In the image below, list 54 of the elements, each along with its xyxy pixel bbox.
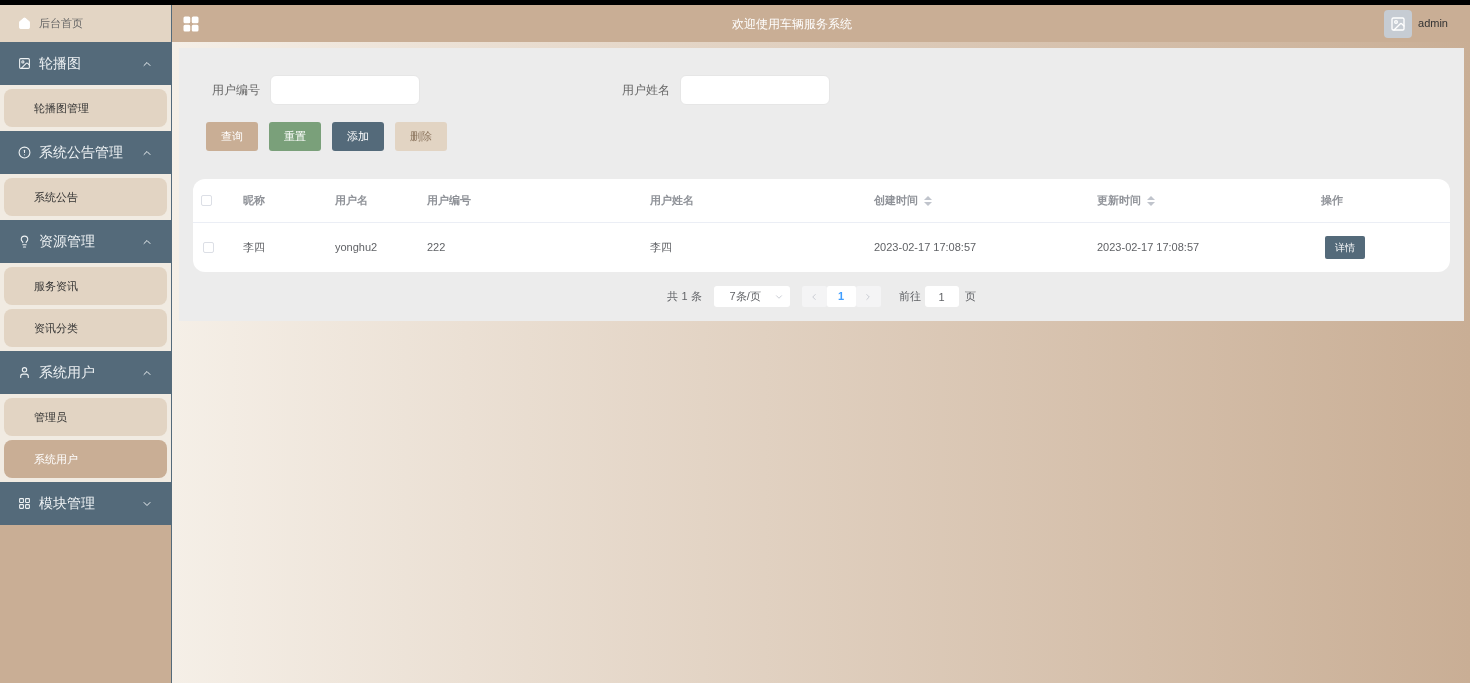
image-icon — [18, 57, 31, 70]
row-checkbox[interactable] — [203, 242, 214, 253]
select-all-checkbox[interactable] — [201, 195, 212, 206]
column-header: 用户姓名 — [650, 193, 694, 209]
details-button[interactable]: 详情 — [1325, 236, 1365, 259]
menu-group-header[interactable]: 系统用户 — [0, 351, 171, 394]
menu-group-header[interactable]: 轮播图 — [0, 42, 171, 85]
home-menu-item[interactable]: 后台首页 — [0, 5, 171, 42]
menu-group-header[interactable]: 资源管理 — [0, 220, 171, 263]
column-header: 操作 — [1321, 193, 1343, 209]
column-header[interactable]: 创建时间 — [874, 192, 932, 209]
home-icon — [18, 17, 31, 30]
table-cell: yonghu2 — [335, 241, 378, 254]
grid-icon[interactable] — [182, 14, 200, 33]
column-header[interactable]: 更新时间 — [1097, 192, 1155, 209]
goto-label: 前往 — [898, 289, 921, 305]
search-field[interactable] — [680, 75, 830, 105]
page-size-select[interactable]: 7条/页 — [713, 286, 790, 307]
prev-page-button[interactable] — [801, 286, 827, 307]
user-icon — [18, 366, 31, 379]
page-button[interactable]: 1 — [826, 286, 856, 307]
field-label: 用户姓名 — [622, 82, 670, 99]
column-header: 用户编号 — [427, 193, 471, 209]
action-button[interactable]: 添加 — [332, 122, 384, 151]
avatar-icon — [1384, 9, 1413, 38]
field-label: 用户编号 — [212, 82, 260, 99]
action-button[interactable]: 删除 — [395, 122, 447, 151]
submenu-item[interactable]: 系统公告 — [4, 178, 167, 216]
total-count: 共 1 条 — [667, 289, 702, 305]
search-field[interactable] — [270, 75, 420, 105]
submenu-item[interactable]: 管理员 — [4, 398, 167, 436]
sort-icon[interactable] — [924, 195, 932, 206]
lightbulb-icon — [18, 235, 31, 248]
user-name[interactable]: admin — [1418, 15, 1448, 32]
table-cell: 2023-02-17 17:08:57 — [874, 241, 977, 254]
submenu-item[interactable]: 轮播图管理 — [4, 89, 167, 127]
table-cell: 222 — [427, 241, 446, 254]
sort-icon[interactable] — [1147, 195, 1155, 206]
submenu-item[interactable]: 服务资讯 — [4, 267, 167, 305]
action-button[interactable]: 重置 — [269, 122, 321, 151]
next-page-button[interactable] — [855, 286, 881, 307]
alert-icon — [18, 146, 31, 159]
page-number-field[interactable]: 1 — [924, 286, 959, 307]
grid-icon — [18, 497, 31, 510]
table-cell: 李四 — [650, 241, 672, 254]
menu-group-header[interactable]: 模块管理 — [0, 482, 171, 525]
window-title: 欢迎使用车辆服务系统 — [731, 15, 853, 33]
column-header: 用户名 — [335, 193, 368, 209]
page-suffix: 页 — [964, 289, 976, 305]
menu-group-header[interactable]: 系统公告管理 — [0, 131, 171, 174]
column-header: 昵称 — [243, 193, 265, 209]
table-cell: 2023-02-17 17:08:57 — [1097, 241, 1200, 254]
table-cell: 李四 — [243, 241, 265, 254]
submenu-item[interactable]: 资讯分类 — [4, 309, 167, 347]
